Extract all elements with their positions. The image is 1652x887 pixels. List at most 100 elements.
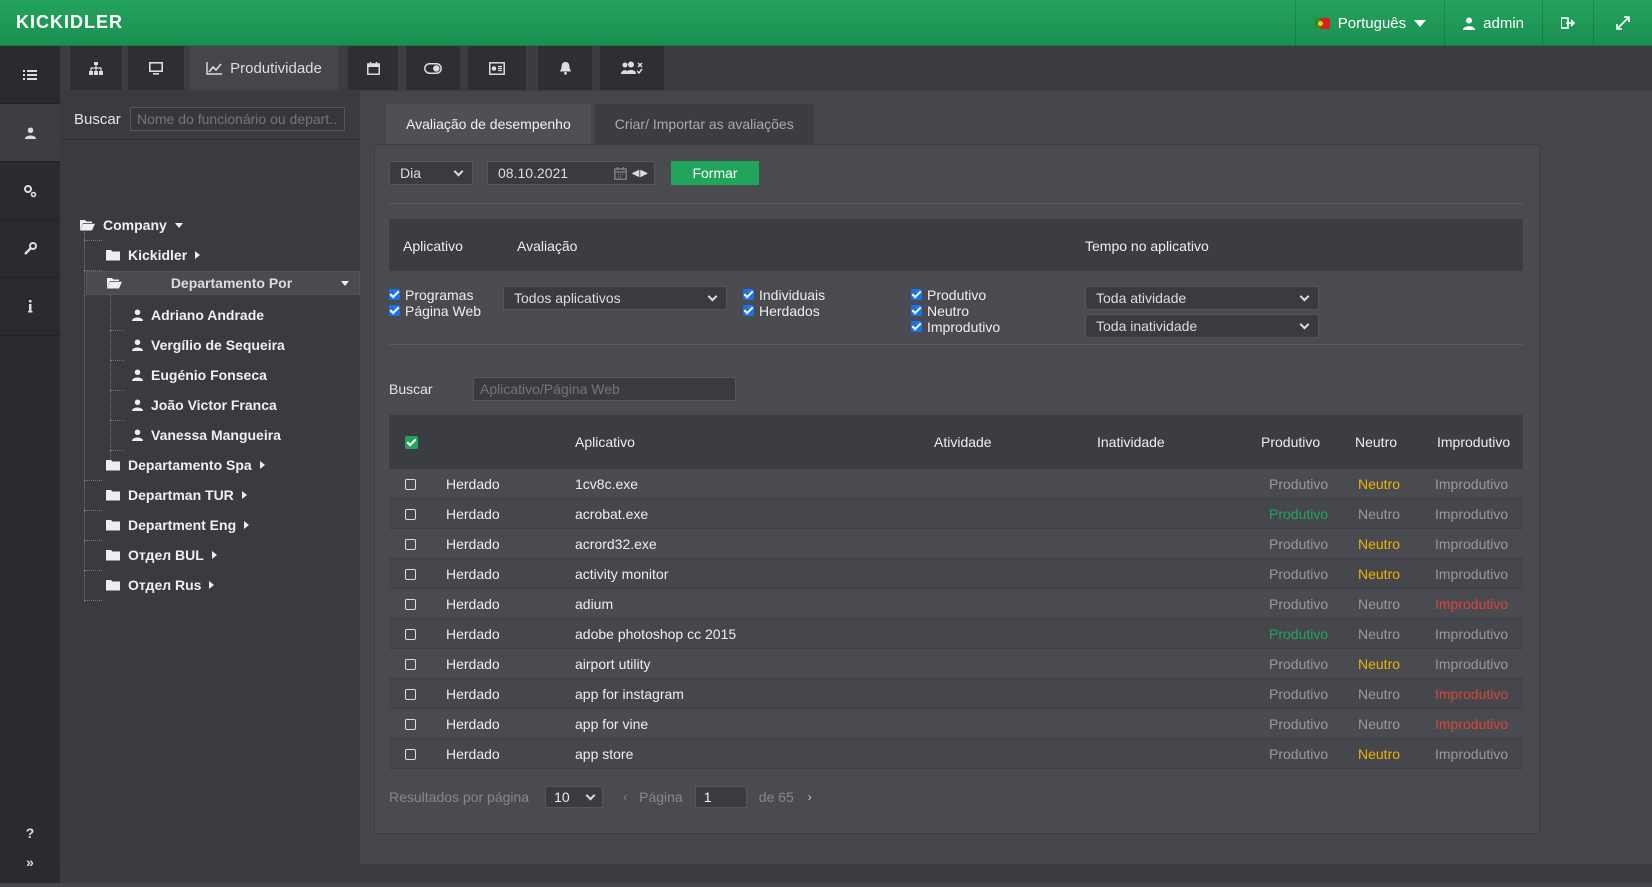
tree-node-company[interactable]: Company — [80, 211, 183, 239]
apps-select[interactable]: Todos aplicativos — [503, 286, 727, 310]
prev-date-icon[interactable]: ◀ — [632, 168, 640, 179]
row-checkbox[interactable] — [405, 479, 416, 490]
app-logo[interactable]: KICKIDLER — [16, 12, 123, 33]
next-page-icon[interactable]: › — [808, 790, 812, 804]
col-productive[interactable]: Produtivo — [1261, 434, 1320, 450]
rating-neutral[interactable]: Neutro — [1358, 656, 1400, 672]
table-row[interactable]: Herdado airport utility Produtivo Neutro Imp… — [389, 649, 1523, 679]
col-activity[interactable]: Atividade — [934, 434, 992, 450]
checkbox-unproductive[interactable]: Improdutivo — [911, 319, 1000, 335]
table-row[interactable]: Herdado acrord32.exe Produtivo Neutro Improd… — [389, 529, 1523, 559]
rating-productive[interactable]: Produtivo — [1269, 536, 1328, 552]
row-checkbox[interactable] — [405, 659, 416, 670]
next-date-icon[interactable]: ▶ — [640, 168, 648, 179]
row-checkbox[interactable] — [405, 599, 416, 610]
rating-neutral[interactable]: Neutro — [1358, 626, 1400, 642]
tab-reports[interactable] — [468, 46, 526, 90]
fullscreen-button[interactable] — [1593, 0, 1652, 46]
table-row[interactable]: Herdado adium Produtivo Neutro Improdutivo — [389, 589, 1523, 619]
tree-node-employee[interactable]: Vanessa Mangueira — [132, 421, 281, 449]
tree-node-departamento-por[interactable]: Departamento Por — [86, 271, 360, 295]
nav-settings[interactable] — [0, 162, 60, 220]
rating-unproductive[interactable]: Improdutivo — [1435, 656, 1508, 672]
checkbox-programs[interactable]: Programas — [389, 287, 481, 303]
row-checkbox[interactable] — [405, 689, 416, 700]
row-checkbox[interactable] — [405, 629, 416, 640]
user-menu[interactable]: admin — [1444, 0, 1542, 46]
table-row[interactable]: Herdado app for instagram Produtivo Neutro I… — [389, 679, 1523, 709]
rating-productive[interactable]: Produtivo — [1269, 686, 1328, 702]
nav-tools[interactable] — [0, 220, 60, 278]
date-input[interactable]: 08.10.2021 ◀ ▶ — [487, 161, 655, 185]
period-select[interactable]: Dia — [389, 161, 473, 185]
per-page-select[interactable]: 10 — [545, 786, 604, 808]
tree-node-employee[interactable]: João Victor Franca — [132, 391, 277, 419]
table-row[interactable]: Herdado activity monitor Produtivo Neutro Im… — [389, 559, 1523, 589]
page-number-input[interactable] — [694, 786, 747, 808]
tree-node-kickidler[interactable]: Kickidler — [106, 241, 201, 269]
row-checkbox[interactable] — [405, 569, 416, 580]
logout-button[interactable] — [1542, 0, 1593, 46]
table-row[interactable]: Herdado 1cv8c.exe Produtivo Neutro Improduti… — [389, 469, 1523, 499]
tree-node-employee[interactable]: Vergílio de Sequeira — [132, 331, 285, 359]
calendar-icon[interactable] — [613, 166, 627, 180]
rating-neutral[interactable]: Neutro — [1358, 476, 1400, 492]
col-application[interactable]: Aplicativo — [575, 434, 635, 450]
tree-node-departman-tur[interactable]: Departman TUR — [106, 481, 247, 509]
expand-sidebar-button[interactable]: » — [0, 837, 60, 887]
rating-productive[interactable]: Produtivo — [1269, 716, 1328, 732]
nav-list[interactable] — [0, 46, 60, 104]
rating-unproductive[interactable]: Improdutivo — [1435, 536, 1508, 552]
rating-unproductive[interactable]: Improdutivo — [1435, 506, 1508, 522]
tab-toggle[interactable] — [406, 46, 460, 90]
row-checkbox[interactable] — [405, 719, 416, 730]
rating-unproductive[interactable]: Improdutivo — [1435, 596, 1508, 612]
rating-neutral[interactable]: Neutro — [1358, 536, 1400, 552]
row-checkbox[interactable] — [405, 539, 416, 550]
tab-monitor[interactable] — [128, 46, 184, 90]
col-inactivity[interactable]: Inatividade — [1097, 434, 1165, 450]
rating-unproductive[interactable]: Improdutivo — [1435, 746, 1508, 762]
rating-neutral[interactable]: Neutro — [1358, 566, 1400, 582]
rating-productive[interactable]: Produtivo — [1269, 626, 1328, 642]
checkbox-neutral[interactable]: Neutro — [911, 303, 1000, 319]
rating-unproductive[interactable]: Improdutivo — [1435, 716, 1508, 732]
tab-user-groups[interactable] — [600, 46, 664, 90]
tree-node-otdel-rus[interactable]: Отдел Rus — [106, 571, 215, 599]
row-checkbox[interactable] — [405, 749, 416, 760]
col-unproductive[interactable]: Improdutivo — [1437, 434, 1510, 450]
tab-create-import-evaluations[interactable]: Criar/ Importar as avaliações — [594, 104, 814, 144]
rating-neutral[interactable]: Neutro — [1358, 686, 1400, 702]
rating-neutral[interactable]: Neutro — [1358, 596, 1400, 612]
tab-performance-evaluation[interactable]: Avaliação de desempenho — [386, 104, 591, 144]
inactivity-select[interactable]: Toda inatividade — [1085, 314, 1319, 338]
form-report-button[interactable]: Formar — [671, 161, 759, 185]
rating-unproductive[interactable]: Improdutivo — [1435, 566, 1508, 582]
nav-employees[interactable] — [0, 104, 60, 162]
rating-productive[interactable]: Produtivo — [1269, 476, 1328, 492]
rating-unproductive[interactable]: Improdutivo — [1435, 686, 1508, 702]
table-row[interactable]: Herdado acrobat.exe Produtivo Neutro Improdu… — [389, 499, 1523, 529]
tab-structure[interactable] — [70, 46, 122, 90]
rating-neutral[interactable]: Neutro — [1358, 716, 1400, 732]
tree-node-employee[interactable]: Adriano Andrade — [132, 301, 264, 329]
language-selector[interactable]: Português — [1294, 0, 1444, 46]
rating-productive[interactable]: Produtivo — [1269, 746, 1328, 762]
rating-productive[interactable]: Produtivo — [1269, 506, 1328, 522]
checkbox-inherited[interactable]: Herdados — [743, 303, 825, 319]
rating-unproductive[interactable]: Improdutivo — [1435, 626, 1508, 642]
employee-search-input[interactable] — [130, 107, 345, 131]
tab-notifications[interactable] — [538, 46, 592, 90]
table-row[interactable]: Herdado app for vine Produtivo Neutro Improd… — [389, 709, 1523, 739]
tab-productivity[interactable]: Produtividade — [190, 46, 338, 90]
tab-calendar[interactable] — [348, 46, 398, 90]
tree-node-otdel-bul[interactable]: Отдел BUL — [106, 541, 217, 569]
rating-productive[interactable]: Produtivo — [1269, 656, 1328, 672]
prev-page-icon[interactable]: ‹ — [623, 790, 627, 804]
select-all-checkbox[interactable] — [405, 436, 418, 449]
row-checkbox[interactable] — [405, 509, 416, 520]
tree-node-departamento-spa[interactable]: Departamento Spa — [106, 451, 265, 479]
rating-unproductive[interactable]: Improdutivo — [1435, 476, 1508, 492]
rating-productive[interactable]: Produtivo — [1269, 566, 1328, 582]
nav-info[interactable] — [0, 278, 60, 336]
